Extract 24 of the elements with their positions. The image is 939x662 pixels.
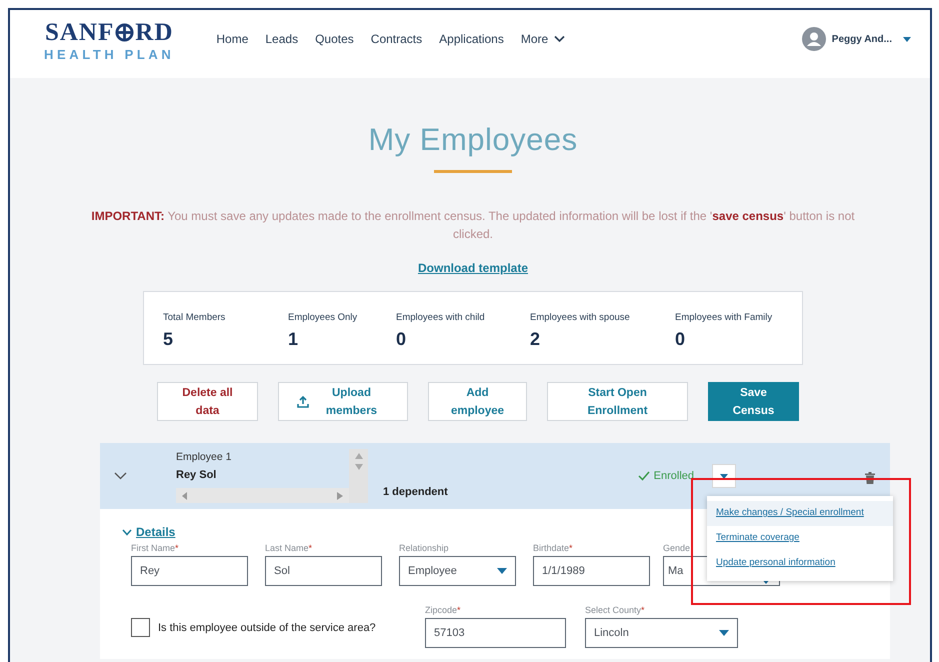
field-label: Gende [663, 543, 692, 553]
stat-value: 0 [675, 329, 686, 350]
stat-label: Total Members [163, 312, 226, 323]
stat-value: 1 [288, 329, 300, 350]
dependents-count: 1 dependent [383, 486, 448, 498]
stat-label: Employees Only [288, 312, 358, 323]
stat-label: Employees with spouse [530, 312, 631, 323]
checkbox-label: Is this employee outside of the service area? [158, 622, 376, 634]
stat-value: 0 [396, 329, 408, 350]
enrolled-status: Enrolled [638, 470, 694, 482]
stat-label: Employees with Family [675, 312, 772, 323]
notice-text: IMPORTANT: You must save any updates made to the enrollment census. The updated information will be lost if the 'save census' button is not clicked. [90, 208, 856, 243]
stat-value: 5 [163, 329, 174, 350]
field-label: Zipcode* [425, 605, 462, 615]
stat-value: 2 [530, 329, 542, 350]
field-label: Last Name* [265, 543, 314, 553]
stat-label: Employees with child [396, 312, 486, 323]
field-label: First Name* [131, 543, 180, 553]
field-label: Relationship [399, 543, 450, 553]
employee-caption: Employee 1 [176, 451, 232, 463]
field-label: Birthdate* [533, 543, 574, 553]
field-label: Select County* [585, 605, 646, 615]
employee-name: Rey Sol [176, 469, 216, 481]
page-title: My Employees [368, 122, 578, 158]
